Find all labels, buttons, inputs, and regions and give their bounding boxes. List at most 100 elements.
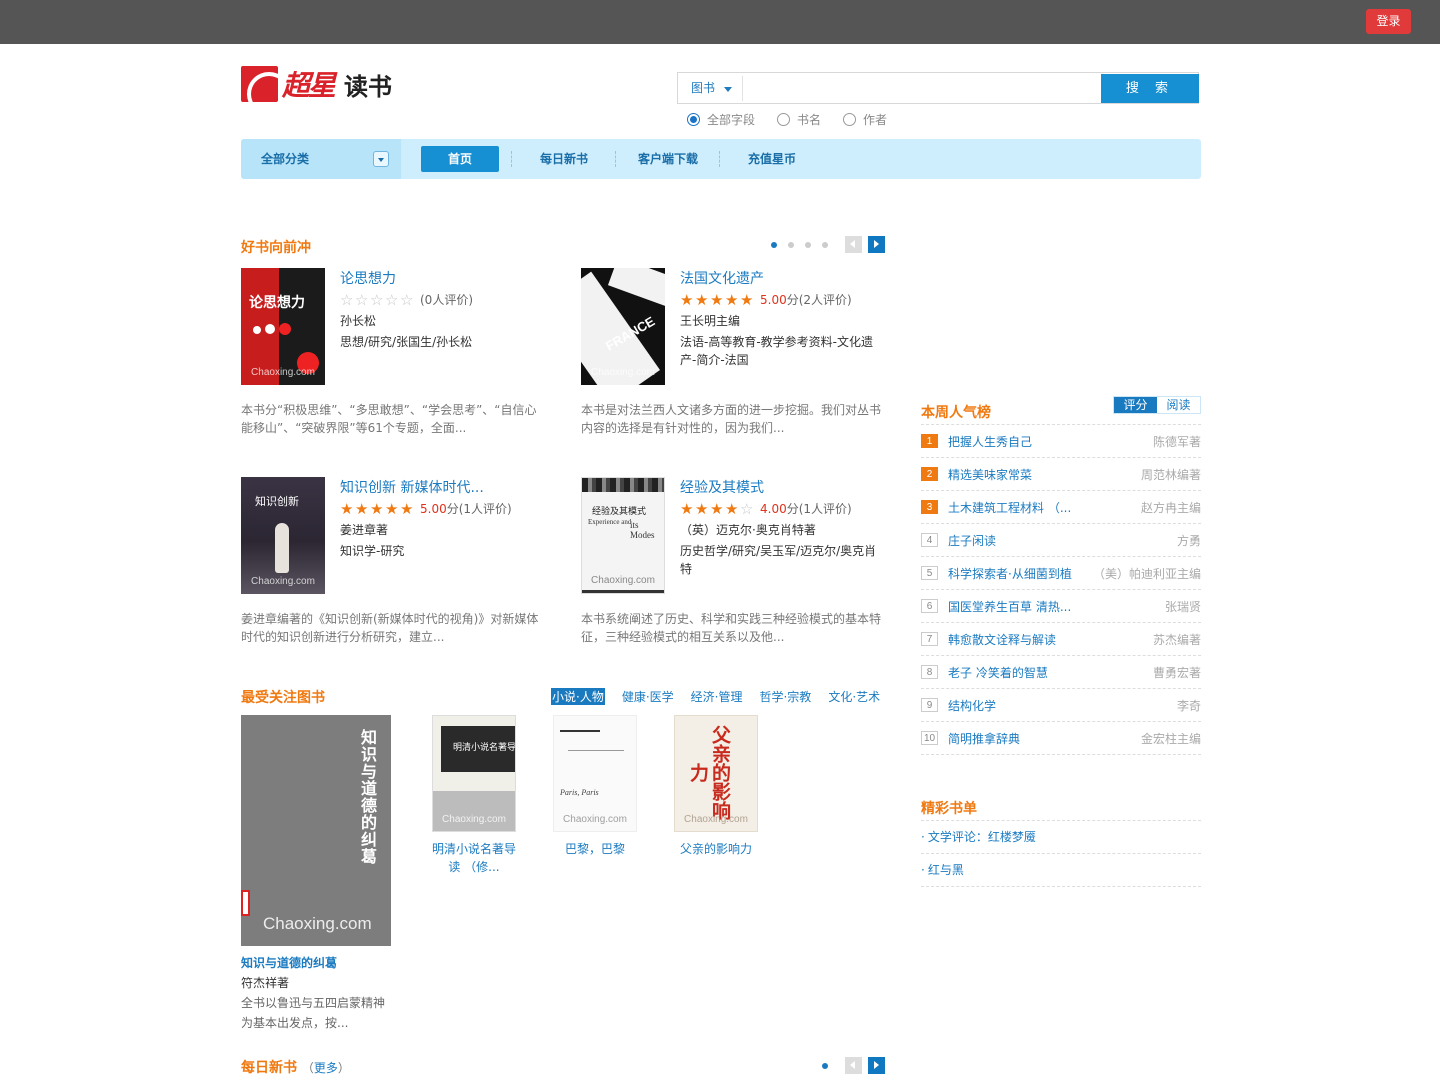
rank-book-author: 周范林编著 [1140, 467, 1201, 482]
book-cover[interactable]: 明清小说名著导读 Chaoxing.com [432, 715, 516, 832]
nav-divider [719, 151, 720, 167]
book-title-link[interactable]: 父亲的影响力 [656, 840, 776, 858]
rank-book-title[interactable]: 土木建筑工程材料 （... [948, 499, 1071, 516]
rating-score: 4.00 [760, 501, 787, 516]
ranking-row[interactable]: 7 韩愈散文诠释与解读 苏杰编著 [921, 623, 1201, 656]
next-arrow-icon[interactable] [868, 236, 885, 253]
radio-label: 全部字段 [707, 113, 756, 127]
hot-book-card: 论思想力 Chaoxing.com 论思想力 ☆ ☆ ☆ ☆ ☆ (0人评价) 孙长松 … [241, 268, 541, 448]
book-title-link[interactable]: 法国文化遗产 [680, 268, 764, 288]
nav-daily-new[interactable]: 每日新书 [525, 146, 603, 172]
bullet-icon: · [921, 830, 925, 844]
search-scope-radio[interactable]: 作者 [843, 111, 887, 128]
popular-book-item[interactable]: 明清小说名著导读 Chaoxing.com 明清小说名著导读 （修... [414, 715, 534, 876]
book-cover[interactable]: 经验及其模式 Experience and its Modes Chaoxing… [581, 477, 665, 594]
book-title-link[interactable]: 论思想力 [340, 268, 396, 288]
ranking-row[interactable]: 8 老子 冷笑着的智慧 曹勇宏著 [921, 656, 1201, 689]
login-button[interactable]: 登录 [1366, 9, 1411, 34]
ranking-row[interactable]: 10 简明推拿辞典 金宏柱主编 [921, 722, 1201, 755]
cover-watermark: Chaoxing.com [591, 367, 655, 378]
rank-book-title[interactable]: 简明推拿辞典 [948, 730, 1020, 747]
rank-book-title[interactable]: 韩愈散文诠释与解读 [948, 631, 1056, 648]
ranking-row[interactable]: 3 土木建筑工程材料 （... 赵方冉主编 [921, 491, 1201, 524]
star-icon: ☆ [385, 290, 399, 309]
tab-score[interactable]: 评分 [1114, 397, 1157, 413]
popular-book-item[interactable]: Paris, Paris Chaoxing.com 巴黎，巴黎 [535, 715, 655, 858]
prev-arrow-icon[interactable] [845, 1057, 862, 1074]
daily-more-link[interactable]: 更多 [314, 1061, 338, 1075]
radio-icon [777, 113, 791, 126]
radio-icon [687, 113, 700, 126]
prev-arrow-icon[interactable] [845, 236, 862, 253]
cover-watermark: Chaoxing.com [442, 814, 506, 825]
radio-label: 作者 [863, 113, 888, 127]
book-cover[interactable]: 父亲的影响力 Chaoxing.com [674, 715, 758, 832]
pager-dot[interactable] [788, 241, 794, 248]
rank-book-title[interactable]: 庄子闲读 [948, 532, 996, 549]
featured-book-title[interactable]: 知识与道德的纠葛 [241, 954, 337, 971]
search-button[interactable]: 搜 索 [1101, 74, 1199, 103]
search-scope-radio[interactable]: 全部字段 [687, 111, 755, 128]
rank-book-title[interactable]: 精选美味家常菜 [948, 466, 1032, 483]
tab-economy-management[interactable]: 经济·管理 [691, 688, 743, 705]
tab-fiction-people[interactable]: 小说·人物 [551, 688, 605, 705]
pager-dot[interactable] [805, 241, 811, 248]
daily-new-title: 每日新书 （更多） [241, 1060, 350, 1076]
star-icon: ☆ [740, 499, 754, 518]
tab-philosophy-religion[interactable]: 哲学·宗教 [759, 688, 811, 705]
rank-book-title[interactable]: 把握人生秀自己 [948, 433, 1032, 450]
booklist-item[interactable]: · 红与黑 [921, 854, 1201, 887]
book-cover[interactable]: FRANCE Chaoxing.com [581, 268, 665, 385]
ranking-row[interactable]: 2 精选美味家常菜 周范林编著 [921, 458, 1201, 491]
ranking-row[interactable]: 4 庄子闲读 方勇 [921, 524, 1201, 557]
book-description: 姜进章编著的《知识创新(新媒体时代的视角)》对新媒体时代的知识创新进行分析研究，… [241, 612, 539, 644]
book-title-link[interactable]: 明清小说名著导读 （修... [414, 840, 534, 876]
ranking-row[interactable]: 9 结构化学 李奇 [921, 689, 1201, 722]
all-categories-dropdown[interactable]: 全部分类 [241, 139, 401, 179]
rank-book-title[interactable]: 结构化学 [948, 697, 996, 714]
main-nav: 全部分类 首页 每日新书 客户端下载 充值星币 [241, 139, 1201, 179]
star-icon: ★ [710, 290, 724, 309]
ranking-row[interactable]: 5 科学探索者·从细菌到植 （美）帕迪利亚主编 [921, 557, 1201, 590]
search-scope-radio[interactable]: 书名 [777, 111, 821, 128]
logo-product-text: 读书 [344, 72, 393, 101]
rank-book-title[interactable]: 老子 冷笑着的智慧 [948, 664, 1048, 681]
search-type-select[interactable]: 图书 [681, 76, 743, 101]
rank-book-title[interactable]: 科学探索者·从细菌到植 [948, 565, 1072, 582]
book-title-link[interactable]: 知识创新 新媒体时代... [340, 477, 484, 497]
rank-book-author: 陈德军著 [1152, 434, 1201, 449]
pager-dot[interactable] [771, 241, 777, 248]
radio-label: 书名 [797, 113, 822, 127]
search-input[interactable] [744, 76, 1098, 101]
rank-book-author: 方勇 [1176, 533, 1201, 548]
dropdown-arrow-icon [373, 151, 389, 167]
tab-health-medicine[interactable]: 健康·医学 [622, 688, 674, 705]
pager-dot[interactable] [822, 241, 828, 248]
book-description: 本书系统阐述了历史、科学和实践三种经验模式的基本特征，三种经验模式的相互关系以及… [581, 612, 882, 644]
booklist-item[interactable]: · 文学评论：红楼梦魇 [921, 821, 1201, 854]
book-cover[interactable]: 论思想力 Chaoxing.com [241, 268, 325, 385]
nav-client-download[interactable]: 客户端下载 [629, 146, 707, 172]
book-description: 本书分“积极思维”、“多思敢想”、“学会思考”、“自信心能移山”、“突破界限”等… [241, 403, 537, 435]
tab-culture-art[interactable]: 文化·艺术 [828, 688, 880, 705]
book-cover[interactable]: 知识创新 Chaoxing.com [241, 477, 325, 594]
book-cover[interactable]: Paris, Paris Chaoxing.com [553, 715, 637, 832]
popular-book-item[interactable]: 父亲的影响力 Chaoxing.com 父亲的影响力 [656, 715, 776, 858]
booklist-title[interactable]: 红与黑 [928, 863, 964, 877]
pager-dot[interactable] [822, 1062, 828, 1069]
ranking-row[interactable]: 1 把握人生秀自己 陈德军著 [921, 425, 1201, 458]
bullet-icon: · [921, 863, 925, 877]
nav-home[interactable]: 首页 [421, 146, 499, 172]
next-arrow-icon[interactable] [868, 1057, 885, 1074]
nav-recharge[interactable]: 充值星币 [733, 146, 811, 172]
tab-reading[interactable]: 阅读 [1157, 397, 1200, 413]
site-logo[interactable]: 超星 读书 [241, 66, 392, 102]
booklist-title[interactable]: 文学评论：红楼梦魇 [928, 830, 1036, 844]
book-title-link[interactable]: 巴黎，巴黎 [535, 840, 655, 858]
cover-title: 明清小说名著导读 [453, 743, 516, 753]
rating-stars: ★ ★ ★ ★ ☆ [680, 499, 755, 518]
ranking-row[interactable]: 6 国医堂养生百草 清热... 张瑞贤 [921, 590, 1201, 623]
book-title-link[interactable]: 经验及其模式 [680, 477, 764, 497]
featured-book-cover[interactable]: 知识与道德的纠葛 Chaoxing.com [241, 715, 391, 946]
rank-book-title[interactable]: 国医堂养生百草 清热... [948, 598, 1071, 615]
